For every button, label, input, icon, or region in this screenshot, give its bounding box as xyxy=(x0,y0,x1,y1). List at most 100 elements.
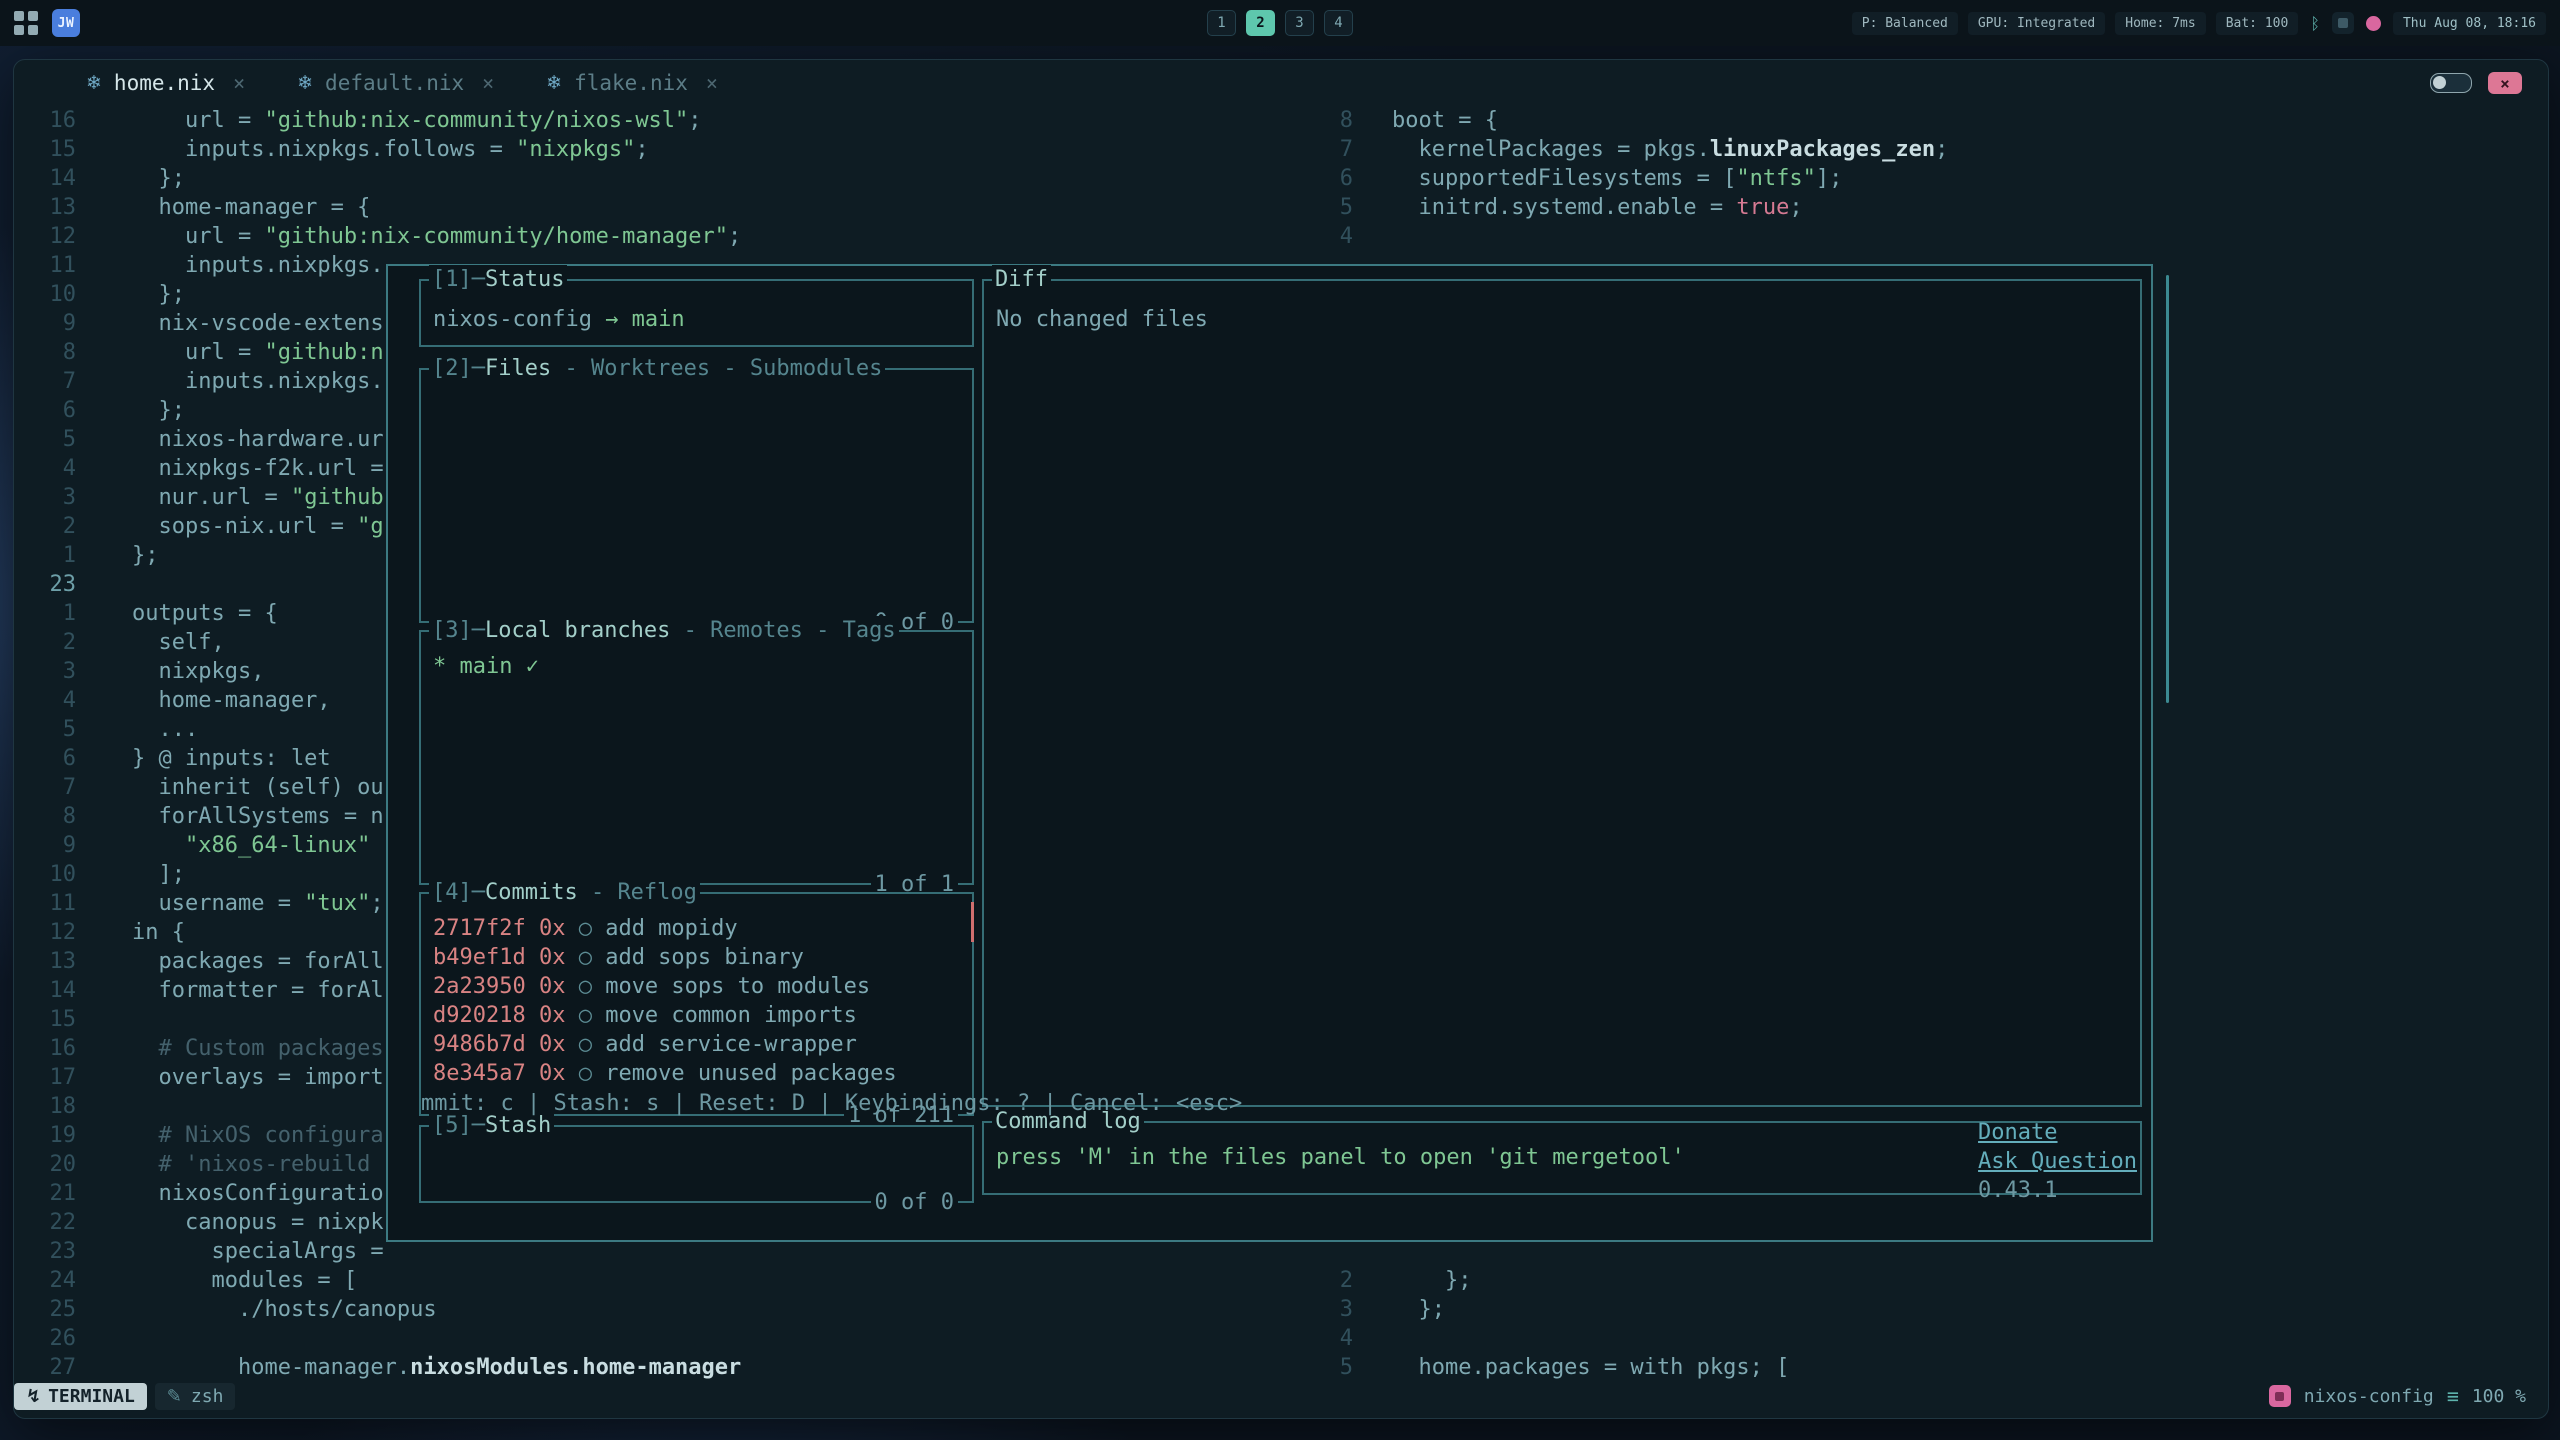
tray-app-icon[interactable] xyxy=(2332,12,2354,34)
code-line[interactable]: 16 url = "github:nix-community/nixos-wsl… xyxy=(14,106,741,135)
list-icon: ≡ xyxy=(2447,1384,2459,1408)
workspace-button-3[interactable]: 3 xyxy=(1285,10,1314,36)
code-line[interactable]: 4 xyxy=(1317,1324,1789,1353)
code-line[interactable]: 27 home-manager.nixosModules.home-manage… xyxy=(14,1353,741,1382)
commit-row[interactable]: 9486b7d 0x ○ add service-wrapper xyxy=(433,1030,962,1059)
line-number: 5 xyxy=(1317,193,1353,222)
code-line[interactable]: 24 modules = [ xyxy=(14,1266,741,1295)
tab-close-icon[interactable]: × xyxy=(706,71,718,95)
keybinding-hints: mmit: c | Stash: s | Reset: D | Keybindi… xyxy=(421,1089,1242,1234)
lazygit-commits-panel[interactable]: [4]─Commits - Reflog 2717f2f 0x ○ add mo… xyxy=(419,892,974,1116)
code-line[interactable]: 12 url = "github:nix-community/home-mana… xyxy=(14,222,741,251)
code-line[interactable]: 26 xyxy=(14,1324,741,1353)
window-close-button[interactable]: × xyxy=(2488,72,2522,94)
line-number: 20 xyxy=(14,1150,76,1179)
code-line[interactable]: 15 inputs.nixpkgs.follows = "nixpkgs"; xyxy=(14,135,741,164)
code-line[interactable]: 5 home.packages = with pkgs; [ xyxy=(1317,1353,1789,1382)
line-number: 18 xyxy=(14,1092,76,1121)
code-line[interactable]: 8boot = { xyxy=(1317,106,1948,135)
commit-row[interactable]: 8e345a7 0x ○ remove unused packages xyxy=(433,1059,962,1088)
code-line[interactable]: 5 initrd.systemd.enable = true; xyxy=(1317,193,1948,222)
active-tab-pill[interactable]: ✎ zsh xyxy=(155,1383,236,1410)
code-text: nixpkgs, xyxy=(132,657,264,686)
code-text: url = "github:nix-community/nixos-wsl"; xyxy=(132,106,702,135)
app-launcher-icon[interactable] xyxy=(14,11,38,35)
tab-close-icon[interactable]: × xyxy=(233,71,245,95)
editor-tab-default.nix[interactable]: ❄default.nix× xyxy=(297,71,494,95)
donate-link[interactable]: Donate xyxy=(1978,1120,2057,1145)
code-line[interactable]: 7 kernelPackages = pkgs.linuxPackages_ze… xyxy=(1317,135,1948,164)
code-line[interactable]: 25 ./hosts/canopus xyxy=(14,1295,741,1324)
mode-label: TERMINAL xyxy=(48,1386,135,1407)
editor-pane-right-bottom[interactable]: 2 };3 };45 home.packages = with pkgs; [ xyxy=(1317,1266,1789,1382)
code-text: home-manager.nixosModules.home-manager xyxy=(132,1353,741,1382)
line-number: 22 xyxy=(14,1208,76,1237)
clock: Thu Aug 08, 18:16 xyxy=(2393,12,2546,35)
commit-row[interactable]: b49ef1d 0x ○ add sops binary xyxy=(433,943,962,972)
commit-row[interactable]: 2a23950 0x ○ move sops to modules xyxy=(433,972,962,1001)
line-number: 26 xyxy=(14,1324,76,1353)
line-number: 17 xyxy=(14,1063,76,1092)
nix-snowflake-icon: ❄ xyxy=(86,72,102,94)
workspace-button-1[interactable]: 1 xyxy=(1207,10,1236,36)
line-number: 12 xyxy=(14,222,76,251)
workspace-button-4[interactable]: 4 xyxy=(1324,10,1353,36)
panel-title: Commits xyxy=(485,880,578,905)
code-text: # Custom packages xyxy=(132,1034,384,1063)
code-text: initrd.systemd.enable = true; xyxy=(1392,193,1803,222)
bluetooth-icon[interactable]: ᛒ xyxy=(2310,14,2320,33)
lazygit-bottom-bar: mmit: c | Stash: s | Reset: D | Keybindi… xyxy=(421,1089,2137,1234)
editor-tab-flake.nix[interactable]: ❄ flake.nix × xyxy=(546,71,718,95)
tab-close-icon[interactable]: × xyxy=(482,71,494,95)
line-number: 14 xyxy=(14,164,76,193)
editor-pane-right-top[interactable]: 8boot = {7 kernelPackages = pkgs.linuxPa… xyxy=(1317,106,1948,251)
panel-index: [2]─ xyxy=(432,356,485,381)
line-number: 6 xyxy=(14,744,76,773)
code-line[interactable]: 6 supportedFilesystems = ["ntfs"]; xyxy=(1317,164,1948,193)
code-text: inputs.nixpkgs. xyxy=(132,367,384,396)
workspace-button-2[interactable]: 2 xyxy=(1246,10,1275,36)
code-text: forAllSystems = n xyxy=(132,802,384,831)
desktop: { "topbar": { "logo": "JW", "workspaces"… xyxy=(0,0,2560,1440)
panel-subtitle: - Worktrees - Submodules xyxy=(551,356,882,381)
line-number: 7 xyxy=(14,367,76,396)
commits-scrollbar-thumb[interactable] xyxy=(971,902,974,942)
code-text: self, xyxy=(132,628,225,657)
code-line[interactable]: 2 }; xyxy=(1317,1266,1789,1295)
window-toggle[interactable] xyxy=(2430,73,2472,93)
tab-label: flake.nix xyxy=(574,71,688,95)
logo-badge[interactable]: JW xyxy=(52,9,80,37)
code-line[interactable]: 13 home-manager = { xyxy=(14,193,741,222)
lazygit-overlay: [1]─Status nixos-config → main [2]─Files… xyxy=(386,264,2153,1242)
code-line[interactable]: 3 }; xyxy=(1317,1295,1789,1324)
line-number: 2 xyxy=(14,628,76,657)
line-number: 9 xyxy=(14,309,76,338)
line-number: 9 xyxy=(14,831,76,860)
code-text: formatter = forAl xyxy=(132,976,384,1005)
line-number: 3 xyxy=(1317,1295,1353,1324)
line-number: 3 xyxy=(14,483,76,512)
code-text: }; xyxy=(1392,1266,1471,1295)
code-line[interactable]: 4 xyxy=(1317,222,1948,251)
panel-index: [1]─ xyxy=(432,267,485,292)
commit-row[interactable]: d920218 0x ○ move common imports xyxy=(433,1001,962,1030)
lazygit-diff-panel[interactable]: Diff No changed files xyxy=(982,279,2142,1107)
editor-tab-home.nix[interactable]: ❄home.nix× xyxy=(86,71,245,95)
ask-question-link[interactable]: Ask Question xyxy=(1978,1149,2137,1174)
lazygit-branches-panel[interactable]: [3]─Local branches - Remotes - Tags * ma… xyxy=(419,630,974,885)
top-status-bar: JW 1234 P: BalancedGPU: IntegratedHome: … xyxy=(0,0,2560,46)
branch-item: * main ✓ xyxy=(433,654,539,679)
nix-snowflake-icon: ❄ xyxy=(546,72,562,94)
editor-scrollbar[interactable] xyxy=(2166,275,2169,703)
commit-row[interactable]: 2717f2f 0x ○ add mopidy xyxy=(433,914,962,943)
code-text: packages = forAll xyxy=(132,947,384,976)
notification-dot-icon[interactable] xyxy=(2366,16,2381,31)
lazygit-status-panel[interactable]: [1]─Status nixos-config → main xyxy=(419,279,974,347)
line-number: 4 xyxy=(1317,222,1353,251)
code-text: inherit (self) ou xyxy=(132,773,384,802)
line-number: 1 xyxy=(14,541,76,570)
lazygit-files-panel[interactable]: [2]─Files - Worktrees - Submodules 0 of … xyxy=(419,368,974,623)
line-number: 4 xyxy=(1317,1324,1353,1353)
code-text: home.packages = with pkgs; [ xyxy=(1392,1353,1789,1382)
code-line[interactable]: 14 }; xyxy=(14,164,741,193)
